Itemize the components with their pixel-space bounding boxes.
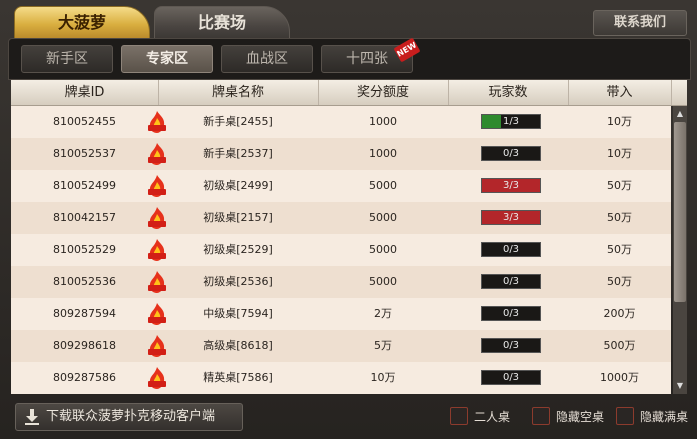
cell-buyin: 10万: [607, 147, 632, 160]
checkbox-label: 隐藏空桌: [556, 410, 605, 424]
cell-table-name: 初级桌[2529]: [203, 243, 273, 256]
player-count-text: 0/3: [502, 372, 520, 383]
subtab-novice[interactable]: 新手区: [21, 45, 113, 73]
scroll-thumb[interactable]: [674, 122, 686, 302]
cell-buyin: 50万: [607, 275, 632, 288]
cell-reward: 1000: [369, 147, 397, 160]
cell-table-name: 高级桌[8618]: [203, 339, 273, 352]
cell-table-name: 中级桌[7594]: [203, 307, 273, 320]
player-count-text: 0/3: [502, 148, 520, 159]
header-table-id[interactable]: 牌桌ID: [11, 80, 159, 105]
checkbox-box[interactable]: [450, 407, 468, 425]
player-count-text: 0/3: [502, 308, 520, 319]
cell-reward: 5000: [369, 275, 397, 288]
subtab-fourteen-label: 十四张: [346, 51, 388, 67]
header-table-name[interactable]: 牌桌名称: [158, 80, 319, 105]
table-row[interactable]: 810042157 初级桌[2157] 5000 3/3 50万: [11, 202, 671, 234]
checkbox-label: 二人桌: [474, 410, 511, 424]
cell-table-name: 初级桌[2536]: [203, 275, 273, 288]
cell-reward: 10万: [370, 371, 396, 384]
cell-table-id: 809298618: [53, 339, 116, 352]
download-label: 下载联众菠萝扑克移动客户端: [46, 409, 216, 424]
header-reward[interactable]: 奖分额度: [318, 80, 449, 105]
cell-table-id: 810052536: [53, 275, 116, 288]
cell-buyin: 10万: [607, 115, 632, 128]
cell-reward: 2万: [374, 307, 392, 320]
download-client-button[interactable]: 下载联众菠萝扑克移动客户端: [15, 403, 243, 431]
cell-buyin: 200万: [603, 307, 636, 320]
player-count-text: 0/3: [502, 244, 520, 255]
table-row[interactable]: 809298618 高级桌[8618] 5万 0/3 500万: [11, 330, 671, 362]
table-row[interactable]: 810052536 初级桌[2536] 5000 0/3 50万: [11, 266, 671, 298]
player-count-bar: 0/3: [481, 306, 541, 321]
cell-table-name: 初级桌[2157]: [203, 211, 273, 224]
header-buyin[interactable]: 带入: [568, 80, 672, 105]
cell-reward: 5000: [369, 211, 397, 224]
player-count-bar: 1/3: [481, 114, 541, 129]
player-count-text: 0/3: [502, 340, 520, 351]
checkbox-label: 隐藏满桌: [640, 410, 689, 424]
cell-table-id: 810052537: [53, 147, 116, 160]
checkbox-box[interactable]: [616, 407, 634, 425]
cell-buyin: 50万: [607, 211, 632, 224]
player-count-bar: 3/3: [481, 178, 541, 193]
cell-table-id: 809287586: [53, 371, 116, 384]
table-row[interactable]: 810052529 初级桌[2529] 5000 0/3 50万: [11, 234, 671, 266]
player-count-text: 1/3: [502, 116, 520, 127]
player-count-bar: 0/3: [481, 242, 541, 257]
player-count-text: 0/3: [502, 276, 520, 287]
cell-buyin: 1000万: [600, 371, 639, 384]
table-row[interactable]: 810052537 新手桌[2537] 1000 0/3 10万: [11, 138, 671, 170]
table-scrollbar[interactable]: ▲ ▼: [673, 106, 687, 394]
table-list: 牌桌ID 牌桌名称 奖分额度 玩家数 带入 810052455 新手桌[2455]…: [11, 80, 687, 394]
cell-buyin: 50万: [607, 243, 632, 256]
player-count-bar: 0/3: [481, 274, 541, 289]
cell-table-id: 810052455: [53, 115, 116, 128]
cell-buyin: 500万: [603, 339, 636, 352]
player-count-bar: 0/3: [481, 370, 541, 385]
cell-reward: 1000: [369, 115, 397, 128]
table-row[interactable]: 810052499 初级桌[2499] 5000 3/3 50万: [11, 170, 671, 202]
subtab-bar: 新手区 专家区 血战区 十四张 NEW: [8, 37, 691, 80]
tab-dabolo[interactable]: 大菠萝: [14, 6, 150, 40]
table-header: 牌桌ID 牌桌名称 奖分额度 玩家数 带入: [11, 80, 687, 106]
cell-table-id: 810052499: [53, 179, 116, 192]
scroll-down-icon[interactable]: ▼: [674, 379, 686, 393]
cell-table-id: 810042157: [53, 211, 116, 224]
cell-table-name: 精英桌[7586]: [203, 371, 273, 384]
cell-table-name: 新手桌[2537]: [203, 147, 273, 160]
cell-buyin: 50万: [607, 179, 632, 192]
player-count-text: 3/3: [502, 180, 520, 191]
cell-reward: 5000: [369, 243, 397, 256]
contact-button[interactable]: 联系我们: [593, 10, 687, 36]
table-row[interactable]: 809287586 精英桌[7586] 10万 0/3 1000万: [11, 362, 671, 394]
cell-table-name: 新手桌[2455]: [203, 115, 273, 128]
header-players[interactable]: 玩家数: [448, 80, 569, 105]
subtab-expert[interactable]: 专家区: [121, 45, 213, 73]
tab-match[interactable]: 比赛场: [154, 6, 290, 40]
cell-reward: 5000: [369, 179, 397, 192]
cell-table-name: 初级桌[2499]: [203, 179, 273, 192]
checkbox-box[interactable]: [532, 407, 550, 425]
new-badge: NEW: [393, 37, 421, 63]
table-row[interactable]: 809287594 中级桌[7594] 2万 0/3 200万: [11, 298, 671, 330]
subtab-fourteen[interactable]: 十四张 NEW: [321, 37, 421, 73]
cell-table-id: 809287594: [53, 307, 116, 320]
subtab-bloodbattle[interactable]: 血战区: [221, 45, 313, 73]
cell-table-id: 810052529: [53, 243, 116, 256]
player-count-bar: 0/3: [481, 338, 541, 353]
cell-reward: 5万: [374, 339, 392, 352]
download-icon: [25, 409, 39, 425]
player-count-bar: 0/3: [481, 146, 541, 161]
player-count-text: 3/3: [502, 212, 520, 223]
player-count-bar: 3/3: [481, 210, 541, 225]
table-row[interactable]: 810052455 新手桌[2455] 1000 1/3 10万: [11, 106, 671, 138]
scroll-up-icon[interactable]: ▲: [674, 107, 686, 121]
